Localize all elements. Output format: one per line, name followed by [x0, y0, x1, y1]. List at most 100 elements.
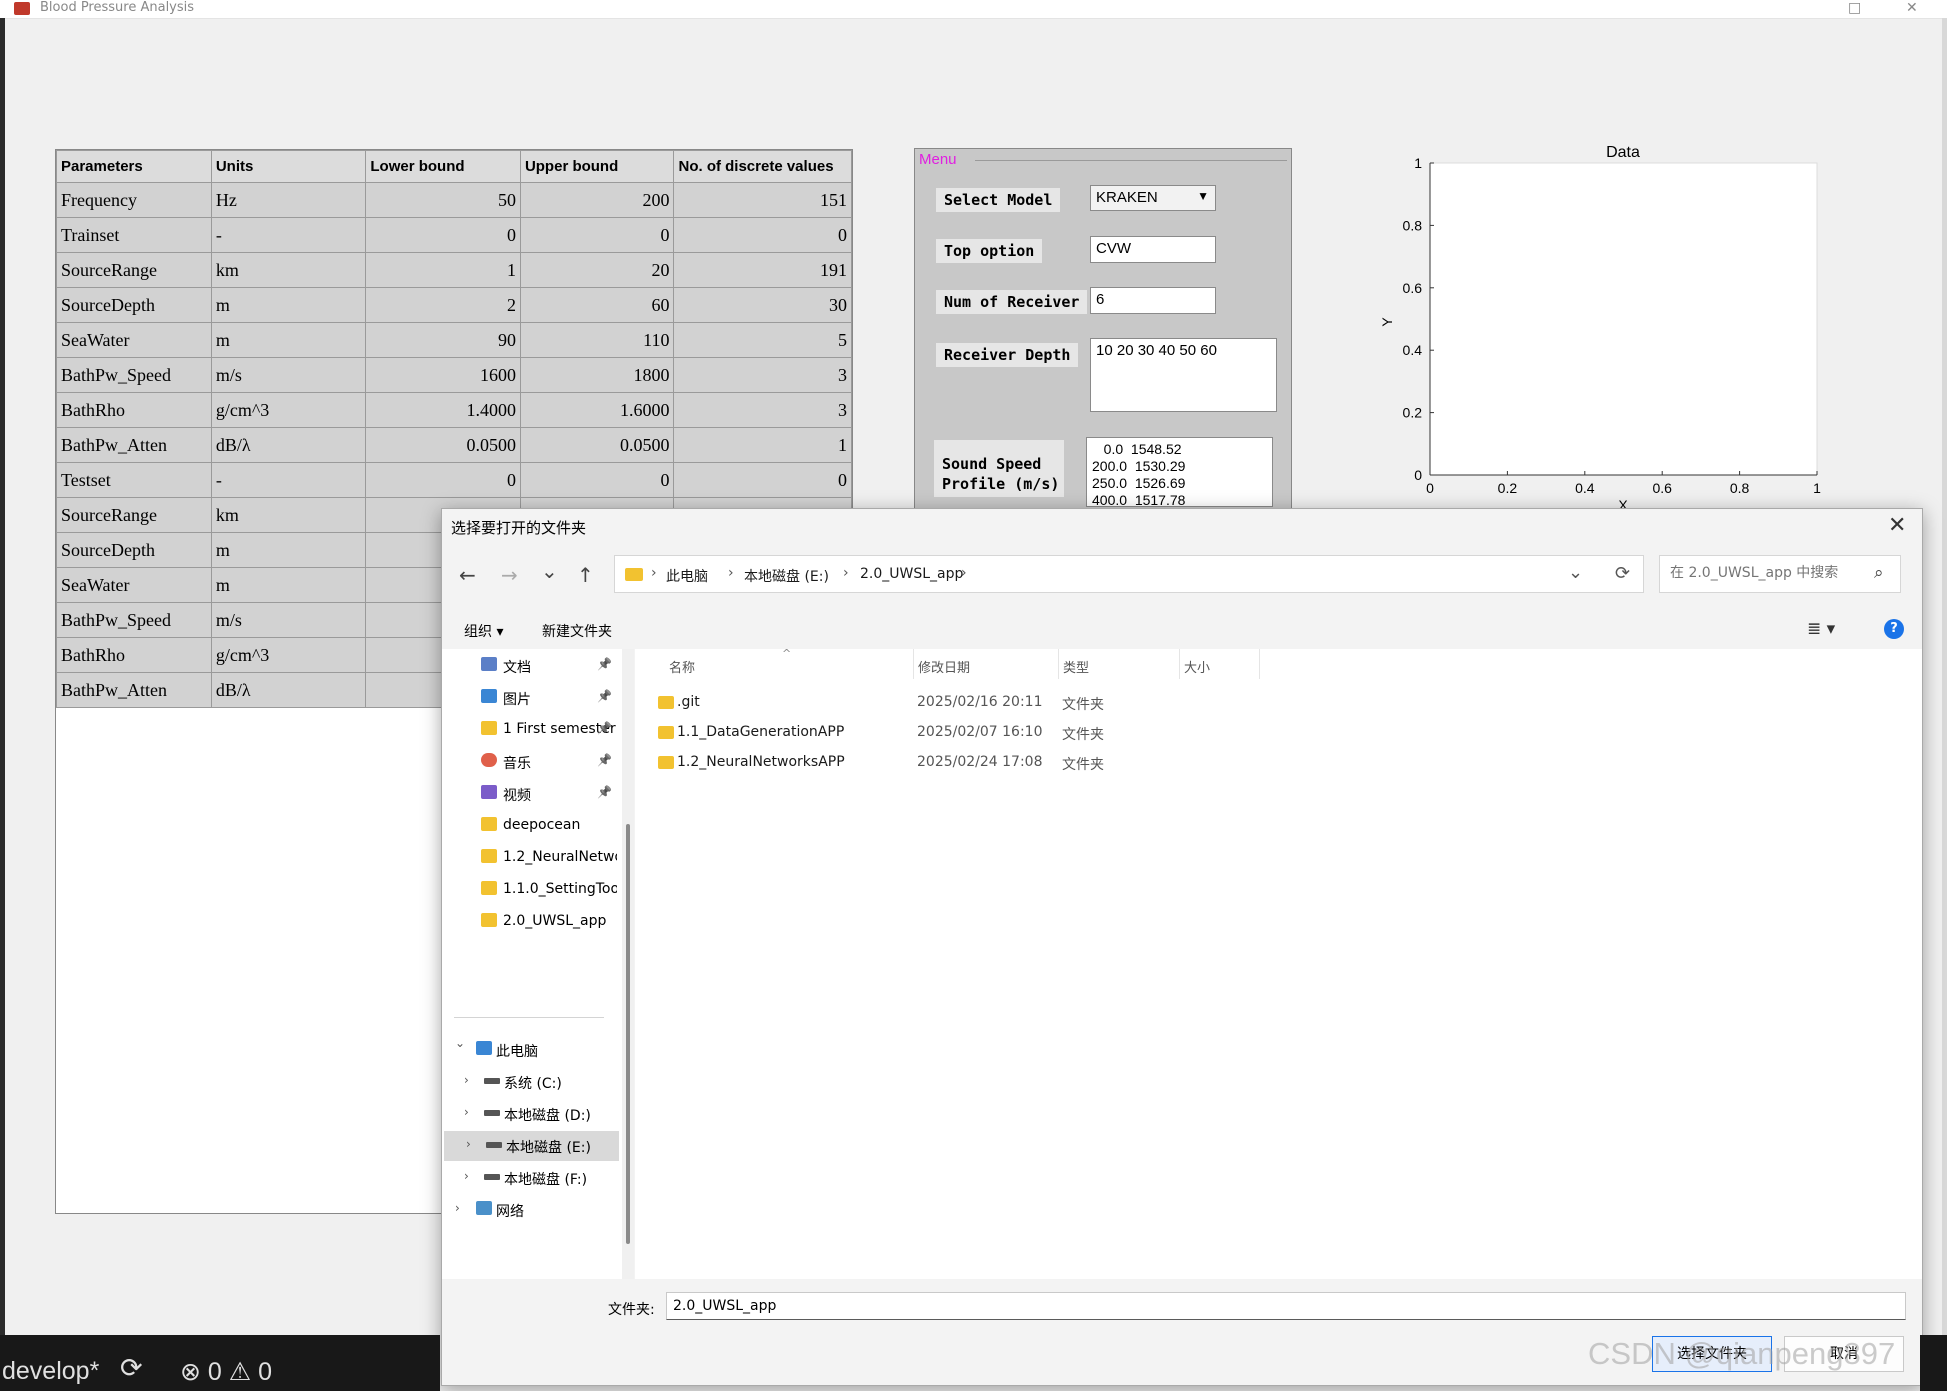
nav-item-4[interactable]: 视频 📌: [442, 779, 617, 809]
nav-item-5[interactable]: deepocean: [442, 811, 617, 841]
organize-menu-button[interactable]: 组织 ▾: [464, 621, 503, 641]
breadcrumb-this-pc[interactable]: 此电脑: [666, 566, 708, 586]
menu-panel: Menu Select Model KRAKEN ▼ Top option CV…: [914, 148, 1292, 510]
chevron-right-icon[interactable]: ›: [464, 1105, 469, 1119]
dialog-close-button[interactable]: ✕: [1888, 513, 1906, 538]
param-unit-cell: -: [210, 217, 367, 253]
search-box[interactable]: ⌕: [1659, 555, 1901, 593]
tree-item-2[interactable]: › 本地磁盘 (D:): [442, 1099, 617, 1129]
lower-bound-cell[interactable]: 0: [365, 217, 521, 253]
chevron-right-icon[interactable]: ›: [466, 1137, 471, 1151]
discrete-count-cell[interactable]: 0: [673, 462, 852, 498]
view-options-button[interactable]: ≣ ▾: [1807, 619, 1835, 639]
breadcrumb-separator-icon: ›: [961, 565, 967, 581]
lower-bound-cell[interactable]: 50: [365, 182, 521, 218]
discrete-count-cell[interactable]: 30: [673, 287, 852, 323]
top-option-field[interactable]: CVW: [1090, 236, 1216, 263]
nav-item-8[interactable]: 2.0_UWSL_app: [442, 907, 617, 937]
num-receiver-field[interactable]: 6: [1090, 287, 1216, 314]
problems-status[interactable]: ⊗ 0 ⚠ 0: [180, 1357, 272, 1387]
maximize-button[interactable]: □: [1848, 0, 1861, 16]
new-folder-button[interactable]: 新建文件夹: [542, 621, 612, 641]
lower-bound-cell[interactable]: 1.4000: [365, 392, 521, 428]
nav-item-6[interactable]: 1.2_NeuralNetworksAPP: [442, 843, 617, 873]
lower-bound-cell[interactable]: 0.0500: [365, 427, 521, 463]
discrete-count-cell[interactable]: 151: [673, 182, 852, 218]
upper-bound-cell[interactable]: 0: [519, 217, 675, 253]
column-header[interactable]: Units: [210, 150, 367, 183]
nav-item-0[interactable]: 文档 📌: [442, 651, 617, 681]
tree-item-1[interactable]: › 系统 (C:): [442, 1067, 617, 1097]
nav-item-label: 视频: [503, 788, 531, 804]
nav-item-1[interactable]: 图片 📌: [442, 683, 617, 713]
help-icon[interactable]: ?: [1884, 619, 1904, 639]
upper-bound-cell[interactable]: 60: [519, 287, 675, 323]
upper-bound-cell[interactable]: 200: [519, 182, 675, 218]
model-dropdown[interactable]: KRAKEN ▼: [1090, 185, 1216, 211]
column-header-date[interactable]: 修改日期: [918, 657, 970, 676]
search-input[interactable]: [1668, 564, 1872, 582]
file-row[interactable]: 1.2_NeuralNetworksAPP 2025/02/24 17:08 文件夹: [655, 749, 1755, 779]
lower-bound-cell[interactable]: 0: [365, 462, 521, 498]
up-arrow-icon[interactable]: ↑: [577, 563, 594, 587]
address-bar[interactable]: › 此电脑 › 本地磁盘 (E:) › 2.0_UWSL_app › ⌄ ⟳: [614, 555, 1644, 593]
data-chart: Data Y X 0 0.2 0.4 0.6 0.8 100.20.40.60.81: [1379, 144, 1821, 510]
git-branch-status[interactable]: develop*: [2, 1357, 99, 1386]
column-header[interactable]: Lower bound: [365, 150, 521, 183]
nav-item-3[interactable]: 音乐 📌: [442, 747, 617, 777]
chevron-right-icon[interactable]: ›: [455, 1201, 460, 1215]
breadcrumb-current-folder[interactable]: 2.0_UWSL_app: [860, 566, 963, 582]
recent-locations-chevron-icon[interactable]: ⌄: [541, 559, 558, 583]
file-row[interactable]: 1.1_DataGenerationAPP 2025/02/07 16:10 文件夹: [655, 719, 1755, 749]
table-row: BathPw_Speed m/s 1600 1800 3: [56, 357, 852, 393]
discrete-count-cell[interactable]: 3: [673, 392, 852, 428]
file-row[interactable]: .git 2025/02/16 20:11 文件夹: [655, 689, 1755, 719]
discrete-count-cell[interactable]: 191: [673, 252, 852, 288]
nav-item-2[interactable]: 1 First semester 📌: [442, 715, 617, 745]
lower-bound-cell[interactable]: 2: [365, 287, 521, 323]
upper-bound-cell[interactable]: 1800: [519, 357, 675, 393]
receiver-depth-field[interactable]: 10 20 30 40 50 60: [1090, 338, 1277, 412]
upper-bound-cell[interactable]: 20: [519, 252, 675, 288]
column-header-size[interactable]: 大小: [1184, 657, 1210, 676]
upper-bound-cell[interactable]: 110: [519, 322, 675, 358]
nav-item-7[interactable]: 1.1.0_SettingTool: [442, 875, 617, 905]
nav-item-label: 1.2_NeuralNetworksAPP: [503, 849, 617, 865]
lower-bound-cell[interactable]: 1600: [365, 357, 521, 393]
chevron-right-icon[interactable]: ›: [464, 1073, 469, 1087]
tree-item-0[interactable]: ⌄ 此电脑: [442, 1035, 617, 1065]
tree-item-3[interactable]: › 本地磁盘 (E:): [444, 1131, 619, 1161]
scrollbar-thumb[interactable]: [626, 824, 630, 1244]
column-header[interactable]: No. of discrete values: [673, 150, 852, 183]
tree-item-4[interactable]: › 本地磁盘 (F:): [442, 1163, 617, 1193]
tree-item-5[interactable]: › 网络: [442, 1195, 617, 1225]
navigation-scrollbar[interactable]: [622, 649, 634, 1279]
y-tick-label: 0: [1414, 467, 1422, 483]
column-header[interactable]: Upper bound: [519, 150, 675, 183]
close-window-button[interactable]: ✕: [1906, 0, 1918, 16]
param-name-cell: SeaWater: [56, 567, 212, 603]
column-header-type[interactable]: 类型: [1063, 657, 1089, 676]
upper-bound-cell[interactable]: 1.6000: [519, 392, 675, 428]
back-arrow-icon[interactable]: ←: [459, 563, 476, 587]
discrete-count-cell[interactable]: 1: [673, 427, 852, 463]
sound-speed-profile-field[interactable]: 0.0 1548.52 200.0 1530.29 250.0 1526.69 …: [1086, 437, 1273, 507]
sync-icon[interactable]: ⟳: [120, 1353, 143, 1384]
address-dropdown-icon[interactable]: ⌄: [1568, 562, 1583, 583]
lower-bound-cell[interactable]: 90: [365, 322, 521, 358]
column-header-name[interactable]: 名称: [669, 657, 695, 676]
upper-bound-cell[interactable]: 0.0500: [519, 427, 675, 463]
discrete-count-cell[interactable]: 3: [673, 357, 852, 393]
folder-name-input[interactable]: [666, 1292, 1906, 1320]
discrete-count-cell[interactable]: 5: [673, 322, 852, 358]
chevron-down-icon[interactable]: ⌄: [455, 1036, 465, 1050]
column-header[interactable]: Parameters: [56, 150, 212, 183]
chevron-right-icon[interactable]: ›: [464, 1169, 469, 1183]
upper-bound-cell[interactable]: 0: [519, 462, 675, 498]
discrete-count-cell[interactable]: 0: [673, 217, 852, 253]
refresh-icon[interactable]: ⟳: [1615, 563, 1630, 584]
forward-arrow-icon[interactable]: →: [501, 563, 518, 587]
param-unit-cell: km: [210, 252, 367, 288]
breadcrumb-drive-e[interactable]: 本地磁盘 (E:): [744, 566, 829, 586]
lower-bound-cell[interactable]: 1: [365, 252, 521, 288]
